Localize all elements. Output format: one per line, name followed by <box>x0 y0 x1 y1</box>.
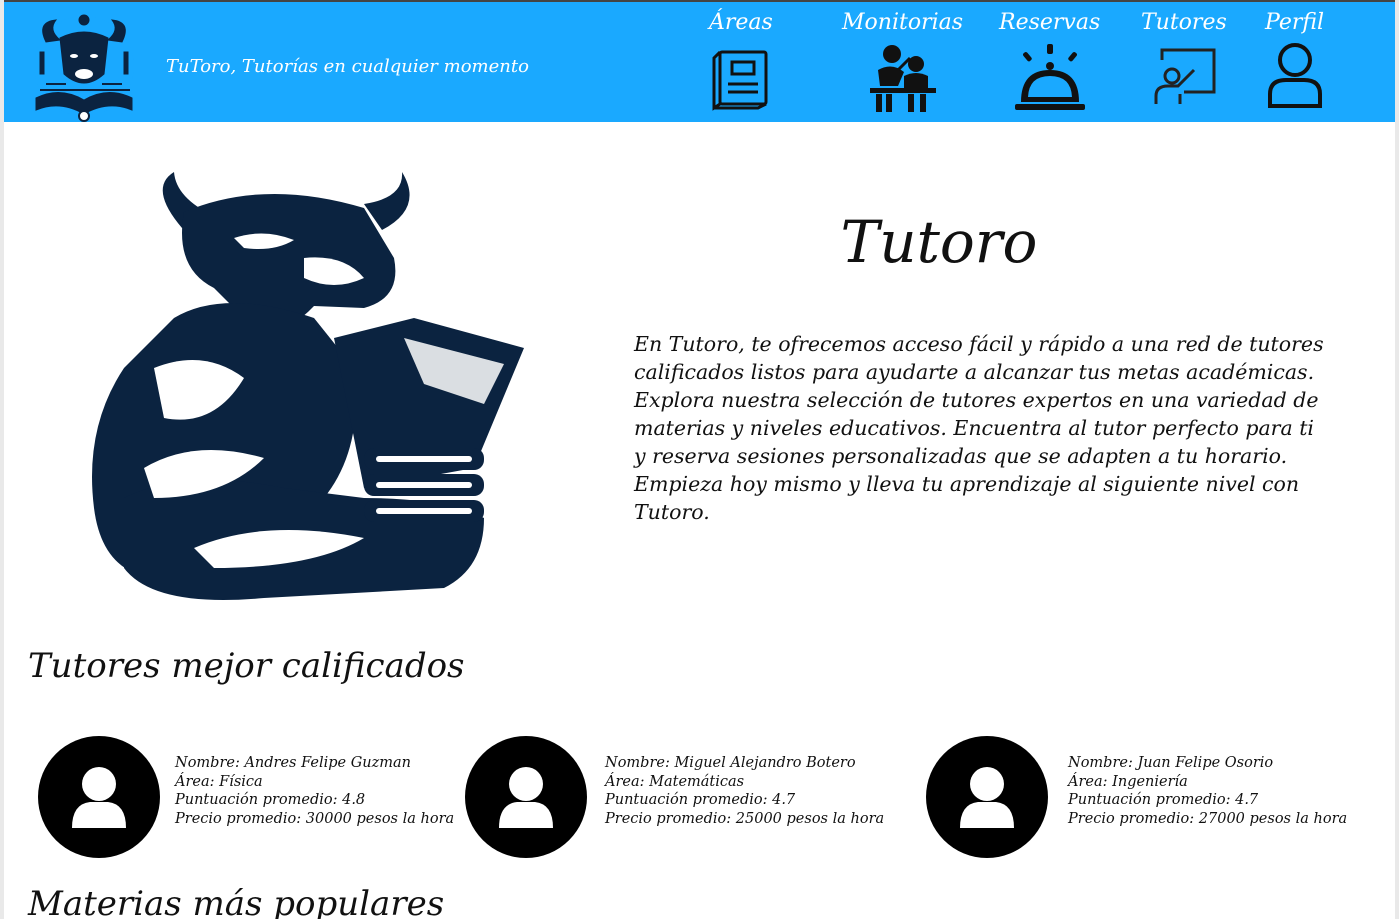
tutor-area: Área: Ingeniería <box>1068 773 1188 790</box>
top-tutors-title: Tutores mejor calificados <box>28 646 465 686</box>
user-avatar-icon <box>72 767 126 828</box>
user-profile-icon <box>1267 43 1322 108</box>
tutor-info: Nombre: Juan Felipe Osorio Área: Ingenie… <box>1068 754 1347 828</box>
nav-reservas[interactable]: Reservas <box>999 8 1100 112</box>
tutor-area: Área: Física <box>175 773 263 790</box>
tutoro-logo[interactable] <box>26 12 142 124</box>
tagline: TuToro, Tutorías en cualquier momento <box>166 56 529 77</box>
hero-title: Tutoro <box>840 208 1038 276</box>
avatar <box>465 736 587 858</box>
tutor-card[interactable]: Nombre: Andres Felipe Guzman Área: Físic… <box>38 736 454 858</box>
tutoring-session-icon <box>869 45 936 112</box>
tutor-rating: Puntuación promedio: 4.7 <box>1068 792 1259 808</box>
user-avatar-icon <box>499 767 553 828</box>
tutor-name: Nombre: Andres Felipe Guzman <box>175 755 412 771</box>
tutor-area: Área: Matemáticas <box>605 773 745 790</box>
book-icon <box>712 50 768 111</box>
tutor-name: Nombre: Miguel Alejandro Botero <box>605 755 856 771</box>
nav-areas[interactable]: Áreas <box>709 8 773 112</box>
nav-areas-label: Áreas <box>709 10 773 35</box>
bull-reading-illustration <box>92 172 524 600</box>
tutor-card[interactable]: Nombre: Miguel Alejandro Botero Área: Ma… <box>465 736 885 858</box>
user-avatar-icon <box>960 767 1014 828</box>
nav-perfil[interactable]: Perfil <box>1265 8 1324 110</box>
tutor-info: Nombre: Miguel Alejandro Botero Área: Ma… <box>605 754 884 828</box>
popular-subjects-title: Materias más populares <box>28 884 445 919</box>
avatar <box>926 736 1048 858</box>
tutor-price: Precio promedio: 30000 pesos la hora <box>175 810 455 827</box>
header-bar: TuToro, Tutorías en cualquier momento Ár… <box>4 0 1395 122</box>
tutor-rating: Puntuación promedio: 4.7 <box>605 792 796 808</box>
avatar <box>38 736 160 858</box>
teacher-board-icon <box>1154 48 1216 104</box>
hero-description: En Tutoro, te ofrecemos acceso fácil y r… <box>634 332 1324 524</box>
nav-monitorias-label: Monitorias <box>842 10 964 35</box>
service-bell-icon <box>1014 44 1085 110</box>
tutor-info: Nombre: Andres Felipe Guzman Área: Físic… <box>175 754 454 828</box>
nav-reservas-label: Reservas <box>999 10 1101 35</box>
tutor-rating: Puntuación promedio: 4.8 <box>175 792 366 808</box>
nav-tutores-label: Tutores <box>1141 10 1227 35</box>
nav-tutores[interactable]: Tutores <box>1141 8 1227 106</box>
tutor-price: Precio promedio: 25000 pesos la hora <box>605 810 885 827</box>
nav-perfil-label: Perfil <box>1265 10 1325 35</box>
tutor-card[interactable]: Nombre: Juan Felipe Osorio Área: Ingenie… <box>926 736 1366 858</box>
nav-monitorias[interactable]: Monitorias <box>842 8 963 112</box>
tutor-name: Nombre: Juan Felipe Osorio <box>1068 755 1274 771</box>
tutor-price: Precio promedio: 27000 pesos la hora <box>1068 810 1348 827</box>
page: TuToro, Tutorías en cualquier momento Ár… <box>4 0 1395 919</box>
